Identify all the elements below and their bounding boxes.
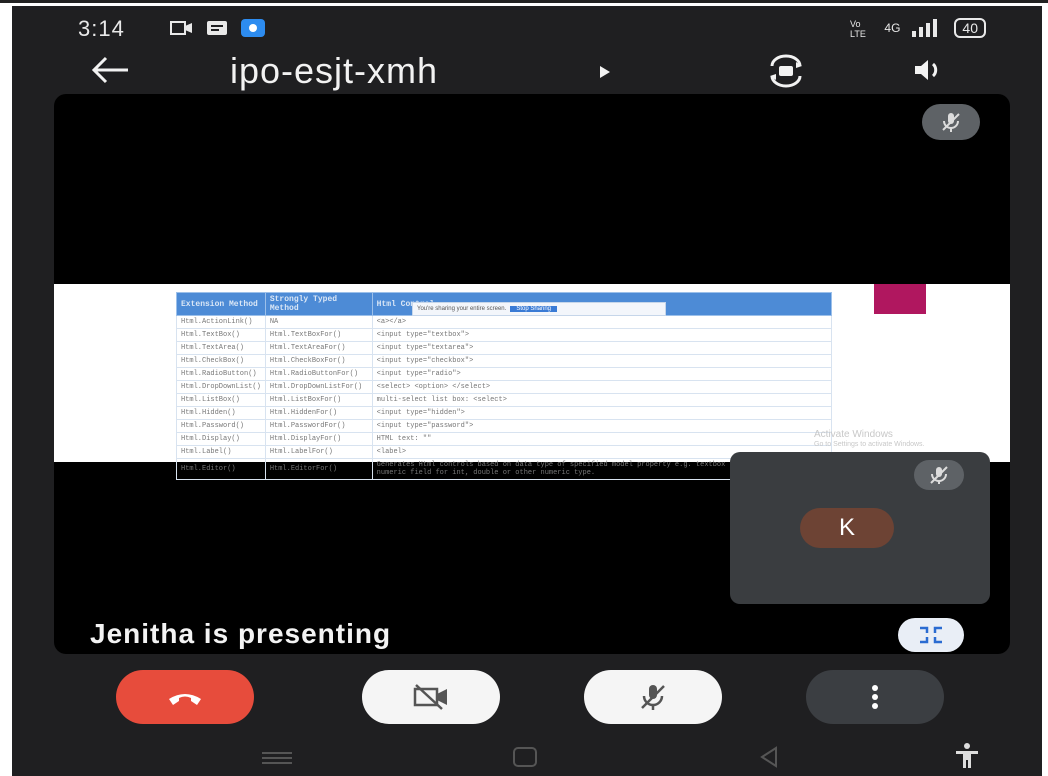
table-cell: <a></a> <box>371 315 833 329</box>
caret-right-icon[interactable] <box>598 64 612 80</box>
top-border <box>0 0 1048 3</box>
mic-off-icon <box>641 685 665 710</box>
table-cell: Html.RadioButton() <box>176 367 266 381</box>
table-cell: NA <box>264 315 373 329</box>
participant-mic-off-badge <box>914 460 964 490</box>
table-cell: Html.Editor() <box>176 458 266 480</box>
microphone-off-button[interactable] <box>584 670 722 724</box>
system-nav-bar <box>12 732 1042 776</box>
table-cell: Html.ActionLink() <box>176 315 266 329</box>
back-arrow-icon[interactable] <box>88 52 132 88</box>
volte-icon: Vo LTE <box>850 19 866 38</box>
sharing-banner-text: You're sharing your entire screen. <box>417 306 507 312</box>
meeting-code[interactable]: ipo-esjt-xmh <box>230 50 438 92</box>
table-cell: Html.ListBox() <box>176 393 266 407</box>
back-nav-icon[interactable] <box>758 746 780 768</box>
table-row: Html.TextArea() Html.TextAreaFor() <input … <box>176 341 833 355</box>
call-controls <box>12 666 1042 736</box>
more-options-button[interactable] <box>806 670 944 724</box>
stage-mic-off-badge <box>922 104 980 140</box>
table-cell: Html.PasswordFor() <box>264 419 373 433</box>
table-cell: Html.EditorFor() <box>264 458 373 480</box>
call-header: ipo-esjt-xmh <box>12 50 1042 96</box>
minimize-presentation-button[interactable] <box>898 618 964 652</box>
table-cell: <select> <option> </select> <box>371 380 833 394</box>
table-cell: Html.CheckBox() <box>176 354 266 368</box>
phone-screen: 3:14 Vo LTE 4G 40 ipo-esjt-xmh Extension… <box>12 6 1042 776</box>
mic-off-icon <box>942 113 960 132</box>
accessibility-icon[interactable] <box>954 742 980 770</box>
table-cell: Html.TextAreaFor() <box>264 341 373 355</box>
table-cell: Html.TextBoxFor() <box>264 328 373 342</box>
status-bar: 3:14 Vo LTE 4G 40 <box>12 6 1042 50</box>
shared-screen-content: Extension Method Strongly Typed Method H… <box>54 284 1010 480</box>
table-cell: Html.Password() <box>176 419 266 433</box>
table-cell: <input type="radio"> <box>371 367 833 381</box>
table-cell: Html.Hidden() <box>176 406 266 420</box>
recent-apps-icon[interactable] <box>260 750 294 764</box>
video-notification-icon <box>170 21 192 35</box>
table-row: Html.CheckBox() Html.CheckBoxFor() <input … <box>176 354 833 368</box>
speaker-icon[interactable] <box>912 56 946 84</box>
message-notification-icon <box>207 21 227 35</box>
status-time: 3:14 <box>78 16 125 41</box>
app-notification-icon <box>241 19 265 37</box>
shared-table: Extension Method Strongly Typed Method H… <box>176 292 833 480</box>
table-cell: Html.LabelFor() <box>264 445 373 459</box>
table-cell: Html.Display() <box>176 432 266 446</box>
stop-sharing-button: Stop Sharing <box>510 306 558 312</box>
table-row: Html.TextBox() Html.TextBoxFor() <input ty… <box>176 328 833 342</box>
camera-off-button[interactable] <box>362 670 500 724</box>
table-cell: <input type="checkbox"> <box>371 354 833 368</box>
home-icon[interactable] <box>512 746 538 768</box>
avatar: K <box>800 508 894 548</box>
hang-up-icon <box>169 694 201 705</box>
table-row: Html.DropDownList() Html.DropDownListFor(… <box>176 380 833 394</box>
slide-accent-block <box>874 284 926 314</box>
table-cell: Html.DropDownList() <box>176 380 266 394</box>
table-cell: multi-select list box: <select> <box>371 393 833 407</box>
table-cell: <input type="textbox"> <box>371 328 833 342</box>
table-row: Html.Display() Html.DisplayFor() HTML text… <box>176 432 833 446</box>
table-row: Html.RadioButton() Html.RadioButtonFor() <… <box>176 367 833 381</box>
table-cell: <input type="textarea"> <box>371 341 833 355</box>
table-row: Html.Password() Html.PasswordFor() <input … <box>176 419 833 433</box>
sharing-banner: You're sharing your entire screen. Stop … <box>412 302 666 316</box>
svg-text:LTE: LTE <box>850 29 866 38</box>
participant-tile[interactable]: K <box>730 452 990 604</box>
table-cell: HTML text: "" <box>371 432 833 446</box>
collapse-icon <box>920 626 942 644</box>
table-header: Extension Method <box>176 292 266 316</box>
table-cell: Html.DropDownListFor() <box>264 380 373 394</box>
table-cell: Html.CheckBoxFor() <box>264 354 373 368</box>
watermark-line-1: Activate Windows <box>814 429 893 440</box>
mic-off-icon <box>930 466 948 484</box>
camera-off-icon <box>413 684 447 710</box>
switch-camera-icon[interactable] <box>766 54 806 88</box>
activate-windows-watermark: Activate Windows Go to Settings to activ… <box>814 430 925 450</box>
table-row: Html.ListBox() Html.ListBoxFor() multi-sel… <box>176 393 833 407</box>
table-cell: <input type="hidden"> <box>371 406 833 420</box>
network-type: 4G <box>884 21 901 35</box>
more-vertical-icon <box>872 685 878 709</box>
table-header: Strongly Typed Method <box>264 292 373 316</box>
watermark-line-2: Go to Settings to activate Windows. <box>814 441 925 448</box>
presenting-label: Jenitha is presenting <box>90 618 392 649</box>
table-cell: Html.RadioButtonFor() <box>264 367 373 381</box>
presentation-stage: Extension Method Strongly Typed Method H… <box>54 94 1010 654</box>
table-cell: Html.DisplayFor() <box>264 432 373 446</box>
status-right: Vo LTE 4G 40 <box>850 18 986 38</box>
table-cell: Html.HiddenFor() <box>264 406 373 420</box>
svg-text:Vo: Vo <box>850 19 861 29</box>
battery-indicator: 40 <box>954 18 986 38</box>
signal-icon <box>912 19 938 37</box>
table-cell: <input type="password"> <box>371 419 833 433</box>
table-row: Html.Hidden() Html.HiddenFor() <input type… <box>176 406 833 420</box>
table-cell: Html.TextArea() <box>176 341 266 355</box>
table-row: Html.ActionLink() NA <a></a> <box>176 315 833 329</box>
table-cell: Html.TextBox() <box>176 328 266 342</box>
table-cell: Html.Label() <box>176 445 266 459</box>
end-call-button[interactable] <box>116 670 254 724</box>
table-cell: Html.ListBoxFor() <box>264 393 373 407</box>
